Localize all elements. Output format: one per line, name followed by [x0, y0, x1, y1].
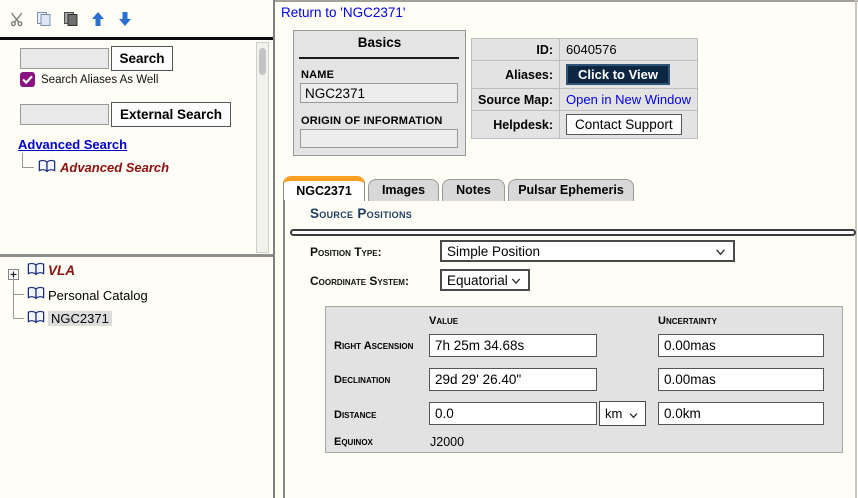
- move-down-icon[interactable]: [116, 10, 134, 28]
- return-link[interactable]: Return to 'NGC2371': [281, 5, 405, 20]
- equinox-label: Equinox: [334, 436, 373, 448]
- tab-images[interactable]: Images: [368, 179, 439, 201]
- tree-connector: [13, 294, 24, 295]
- tree-connector: [22, 153, 34, 168]
- name-label: NAME: [301, 69, 334, 81]
- tree-item-ngc2371[interactable]: NGC2371: [48, 311, 112, 326]
- left-panel-scrollbar[interactable]: [256, 42, 269, 253]
- coordinate-system-value: Equatorial: [447, 273, 508, 288]
- right-ascension-field[interactable]: [429, 334, 597, 357]
- position-type-label: Position Type:: [310, 245, 382, 259]
- coordinate-system-label: Coordinate System:: [310, 274, 409, 288]
- aliases-label: Aliases:: [472, 61, 560, 89]
- distance-unit-value: km: [605, 406, 622, 421]
- aliases-view-button[interactable]: Click to View: [566, 64, 670, 85]
- paste-icon[interactable]: [62, 10, 80, 28]
- declination-label: Declination: [334, 374, 390, 386]
- declination-field[interactable]: [429, 368, 597, 391]
- equinox-value: J2000: [430, 435, 464, 449]
- chevron-down-icon: [511, 273, 521, 288]
- toolbar: [0, 0, 273, 37]
- tab-notes[interactable]: Notes: [442, 179, 505, 201]
- tree-connector: [13, 278, 14, 318]
- section-divider: [290, 229, 856, 236]
- source-positions-heading: Source Positions: [310, 206, 412, 221]
- distance-uncertainty-field[interactable]: [658, 402, 824, 425]
- tab-ngc2371[interactable]: NGC2371: [283, 176, 365, 201]
- basics-title: Basics: [294, 35, 465, 50]
- basics-box: Basics NAME ORIGIN OF INFORMATION: [293, 30, 466, 156]
- cut-icon[interactable]: [8, 10, 26, 28]
- book-icon: [27, 310, 45, 329]
- book-icon: [27, 286, 45, 305]
- chevron-down-icon: [715, 244, 726, 259]
- table-row: Source Map: Open in New Window: [472, 89, 698, 111]
- position-type-select[interactable]: Simple Position: [440, 240, 735, 262]
- alias-checkbox-label: Search Aliases As Well: [41, 74, 158, 86]
- external-search-button[interactable]: External Search: [111, 102, 231, 127]
- external-search-input[interactable]: [20, 104, 109, 125]
- distance-unit-select[interactable]: km: [599, 401, 646, 426]
- check-icon: [22, 71, 33, 89]
- right-panel-edge: [855, 0, 857, 498]
- position-type-value: Simple Position: [447, 244, 540, 259]
- table-row: ID: 6040576: [472, 39, 698, 61]
- declination-uncertainty-field[interactable]: [658, 368, 824, 391]
- source-map-link[interactable]: Open in New Window: [566, 92, 691, 107]
- search-button[interactable]: Search: [111, 46, 173, 71]
- uncertainty-header: Uncertainty: [658, 315, 717, 327]
- tree-connector: [13, 318, 24, 319]
- copy-icon[interactable]: [35, 10, 53, 28]
- toolbar-divider: [0, 37, 273, 40]
- scrollbar-thumb[interactable]: [259, 48, 266, 75]
- book-icon: [27, 262, 45, 281]
- source-info-table: ID: 6040576 Aliases: Click to View Sourc…: [471, 38, 698, 139]
- basics-rule: [299, 57, 459, 59]
- right-ascension-uncertainty-field[interactable]: [658, 334, 824, 357]
- tab-bar: NGC2371 Images Notes Pulsar Ephemeris: [283, 176, 634, 201]
- alias-checkbox[interactable]: [20, 72, 35, 87]
- contact-support-button[interactable]: Contact Support: [566, 114, 682, 135]
- panel-divider: [0, 254, 273, 257]
- helpdesk-label: Helpdesk:: [472, 111, 560, 139]
- origin-field[interactable]: [300, 129, 458, 148]
- right-panel-top-border: [275, 0, 858, 2]
- table-row: Helpdesk: Contact Support: [472, 111, 698, 139]
- distance-field[interactable]: [429, 402, 597, 425]
- book-icon: [38, 159, 56, 178]
- origin-label: ORIGIN OF INFORMATION: [301, 115, 443, 127]
- tab-panel-border: [283, 200, 285, 498]
- id-value: 6040576: [560, 39, 698, 61]
- tab-pulsar-ephemeris[interactable]: Pulsar Ephemeris: [508, 179, 634, 201]
- tree-item-personal-catalog[interactable]: Personal Catalog: [48, 288, 148, 303]
- distance-label: Distance: [334, 409, 376, 421]
- tree-item-vla[interactable]: VLA: [48, 263, 75, 278]
- panel-divider-vertical: [273, 0, 275, 498]
- coordinate-system-select[interactable]: Equatorial: [440, 269, 530, 291]
- source-map-label: Source Map:: [472, 89, 560, 111]
- id-label: ID:: [472, 39, 560, 61]
- advanced-search-link[interactable]: Advanced Search: [18, 137, 127, 152]
- table-row: Aliases: Click to View: [472, 61, 698, 89]
- search-input[interactable]: [20, 48, 109, 69]
- chevron-down-icon: [629, 406, 638, 421]
- right-ascension-label: Right Ascension: [334, 340, 413, 352]
- position-table: Value Uncertainty Right Ascension Declin…: [325, 306, 843, 453]
- value-header: Value: [429, 315, 458, 327]
- name-field[interactable]: [300, 83, 458, 103]
- move-up-icon[interactable]: [89, 10, 107, 28]
- tree-item-advanced-search[interactable]: Advanced Search: [60, 160, 169, 175]
